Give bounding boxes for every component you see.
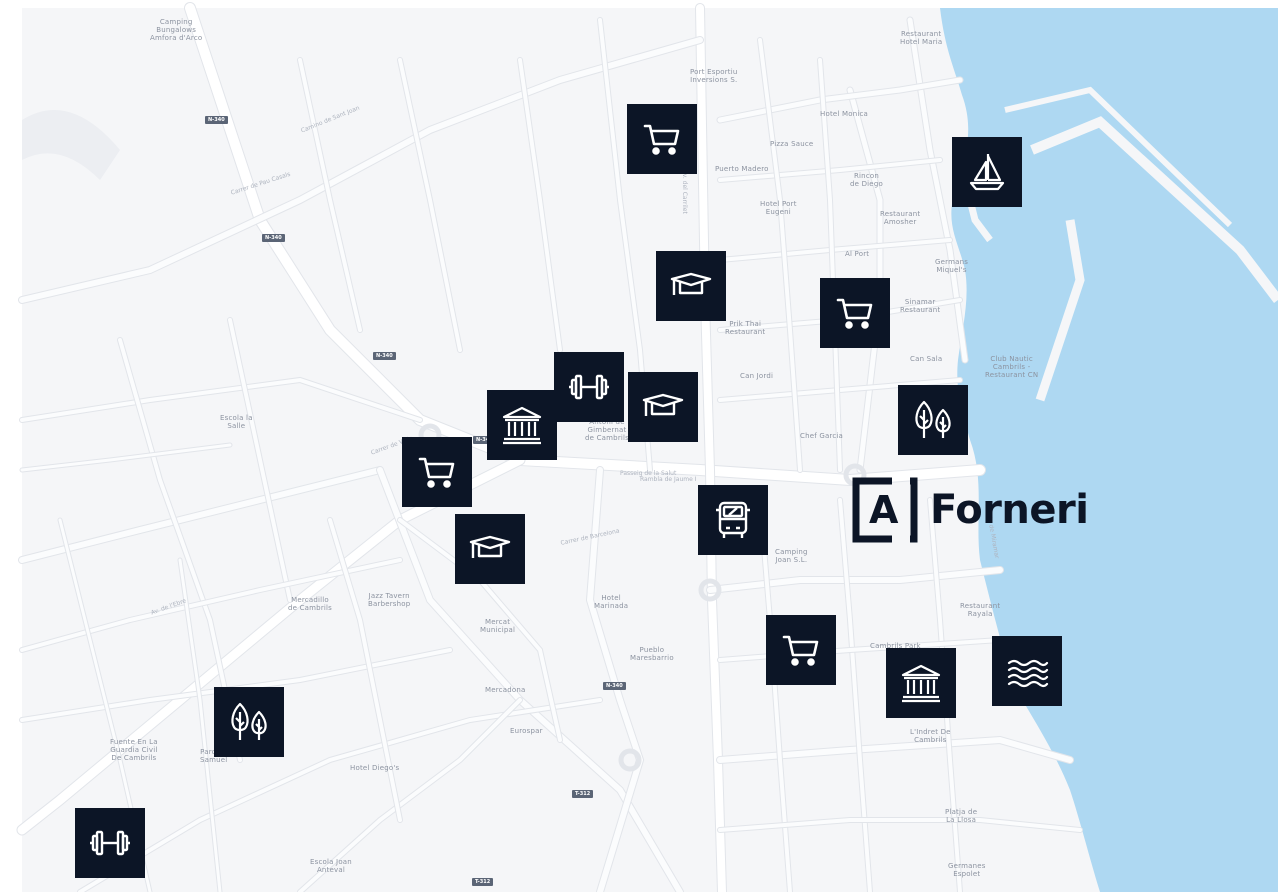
- trees-icon: [911, 398, 955, 442]
- museum-icon: [500, 403, 544, 447]
- graduation-cap-icon: [641, 385, 685, 429]
- map-container[interactable]: Camping Bungalows Amfora d'Arco Restauran…: [0, 0, 1278, 892]
- place-label: Can Sala: [910, 355, 943, 363]
- poi-marker-waves[interactable]: [992, 636, 1062, 706]
- place-label: Jazz Tavern Barbershop: [368, 592, 411, 608]
- place-label: Al Port: [845, 250, 870, 258]
- place-label: Restaurant Hotel Maria: [900, 30, 943, 46]
- brand-mark-letter: A: [869, 488, 899, 532]
- place-label: Camping Bungalows Amfora d'Arco: [150, 18, 203, 42]
- museum-icon: [899, 661, 943, 705]
- highway-shield: T-312: [572, 790, 594, 798]
- place-label: Chef Garcia: [800, 432, 844, 440]
- highway-shield: N-340: [262, 234, 285, 242]
- waves-icon: [1005, 649, 1049, 693]
- brand-logo[interactable]: A Forneri: [852, 477, 1089, 543]
- place-label: Escola la Salle: [220, 414, 253, 430]
- place-label: Rincon de Diego: [850, 172, 883, 188]
- trees-icon: [227, 700, 271, 744]
- place-label: Puerto Madero: [715, 165, 769, 173]
- poi-marker-museum[interactable]: [487, 390, 557, 460]
- place-label: Platja de La Llosa: [945, 808, 978, 824]
- place-label: Can Jordi: [740, 372, 774, 380]
- place-label: Mercat Municipal: [480, 618, 516, 634]
- bus-icon: [711, 498, 755, 542]
- place-label: Pizza Sauce: [770, 140, 814, 148]
- highway-shield: N-340: [373, 352, 396, 360]
- road-label: Av. del Carrilet: [681, 170, 688, 214]
- place-label: Hotel Port Eugeni: [760, 200, 797, 216]
- place-label: Mercadona: [485, 686, 526, 694]
- highway-shield: N-340: [205, 116, 228, 124]
- poi-marker-cart[interactable]: [627, 104, 697, 174]
- poi-marker-trees[interactable]: [898, 385, 968, 455]
- highway-shield: T-312: [472, 878, 494, 886]
- place-label: Eurospar: [510, 727, 543, 735]
- poi-marker-cart[interactable]: [402, 437, 472, 507]
- place-label: Germanes Espolet: [948, 862, 986, 878]
- place-label: Mercadillo de Cambrils: [288, 596, 333, 612]
- dumbbell-icon: [88, 821, 132, 865]
- place-label: Pueblo Maresbarrio: [630, 646, 674, 662]
- place-label: Prik Thai Restaurant: [725, 320, 766, 336]
- brand-mark: A: [852, 477, 918, 543]
- graduation-cap-icon: [468, 527, 512, 571]
- cart-icon: [640, 117, 684, 161]
- highway-shield: N-340: [603, 682, 626, 690]
- poi-marker-cart[interactable]: [820, 278, 890, 348]
- poi-marker-graduation-cap[interactable]: [455, 514, 525, 584]
- road-label: Rambla de Jaume I: [640, 476, 697, 483]
- graduation-cap-icon: [669, 264, 713, 308]
- place-label: Camping Joan S.L.: [775, 548, 808, 564]
- place-label: Escola Joan Anteval: [310, 858, 352, 874]
- sailboat-icon: [965, 150, 1009, 194]
- poi-marker-museum[interactable]: [886, 648, 956, 718]
- place-label: Restaurant Rayala: [960, 602, 1001, 618]
- cart-icon: [833, 291, 877, 335]
- poi-marker-bus[interactable]: [698, 485, 768, 555]
- poi-marker-cart[interactable]: [766, 615, 836, 685]
- place-label: Hotel Marinada: [594, 594, 629, 610]
- poi-marker-dumbbell[interactable]: [75, 808, 145, 878]
- poi-marker-sailboat[interactable]: [952, 137, 1022, 207]
- place-label: Restaurant Amosher: [880, 210, 921, 226]
- cart-icon: [415, 450, 459, 494]
- place-label: Hotel Monica: [820, 110, 869, 118]
- brand-name: Forneri: [930, 487, 1089, 533]
- place-label: Port Esportiu Inversions S.: [690, 68, 738, 84]
- place-label: Sinamar Restaurant: [900, 298, 941, 314]
- place-label: Germans Miquel's: [935, 258, 969, 274]
- poi-marker-graduation-cap[interactable]: [628, 372, 698, 442]
- poi-marker-dumbbell[interactable]: [554, 352, 624, 422]
- poi-marker-trees[interactable]: [214, 687, 284, 757]
- place-label: L'Indret De Cambrils: [910, 728, 951, 744]
- cart-icon: [779, 628, 823, 672]
- place-label: Hotel Diego's: [350, 764, 400, 772]
- dumbbell-icon: [567, 365, 611, 409]
- poi-marker-graduation-cap[interactable]: [656, 251, 726, 321]
- place-label: Club Nautic Cambrils - Restaurant CN: [985, 355, 1039, 379]
- place-label: Fuente En La Guardia Civil De Cambrils: [110, 738, 158, 762]
